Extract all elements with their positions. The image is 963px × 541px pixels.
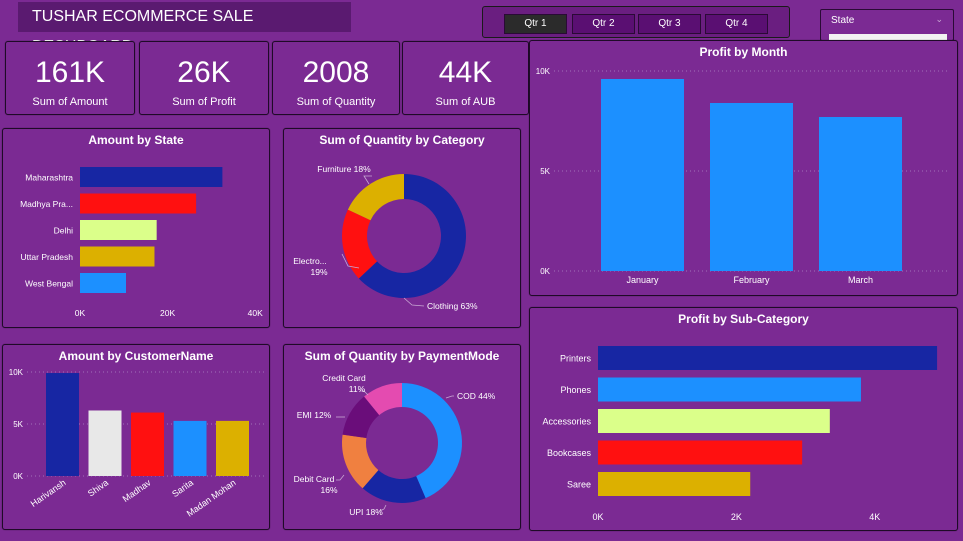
bar — [598, 346, 938, 370]
kpi-card-aub: 44K Sum of AUB — [402, 41, 529, 115]
kpi-value: 44K — [438, 56, 493, 89]
category-label: Sarita — [170, 477, 195, 499]
donut-slice — [347, 174, 404, 221]
category-label: Bookcases — [547, 448, 592, 458]
kpi-value: 161K — [34, 56, 106, 89]
amount-by-state-chart: Maharashtra Madhya Pra... Delhi Uttar Prade… — [20, 167, 263, 318]
bar — [80, 273, 126, 293]
category-label: Maharashtra — [25, 173, 73, 183]
profit-by-month-chart: 0K 5K 10K January February March — [536, 67, 950, 285]
bar — [216, 420, 249, 476]
state-slicer-label: State — [831, 15, 855, 26]
bar — [131, 412, 164, 476]
slice-label: Furniture 18% — [317, 164, 371, 174]
tick-label: 2K — [731, 512, 742, 522]
category-label: Harivansh — [29, 477, 68, 508]
category-label: Phones — [560, 385, 591, 395]
tick-label: 0K — [75, 308, 86, 318]
tick-label: 20K — [160, 308, 175, 318]
tick-label: 5K — [540, 167, 550, 176]
amount-by-state-card: Amount by State Maharashtra Madhya Pra...… — [2, 128, 270, 328]
kpi-label: Sum of Amount — [32, 96, 108, 108]
profit-by-subcategory-chart: Printers Phones Accessories Bookcases Saree 0… — [542, 346, 938, 522]
bar — [598, 409, 830, 433]
leader-line — [403, 297, 425, 307]
kpi-label: Sum of Quantity — [296, 96, 376, 108]
chevron-down-icon[interactable]: ⌄ — [935, 14, 943, 25]
category-label: Shiva — [86, 477, 110, 498]
slice-label: UPI 18% — [349, 507, 383, 517]
category-label: West Bengal — [25, 279, 73, 289]
dashboard-title: TUSHAR ECOMMERCE SALE DESHBOARD — [18, 2, 351, 55]
category-label: February — [733, 275, 770, 285]
tick-label: 10K — [536, 67, 551, 76]
qty-by-paymentmode-card: Sum of Quantity by PaymentMode COD 44% UP… — [283, 344, 521, 530]
amount-by-customer-card: Amount by CustomerName 0K 5K 10K Harivansh S… — [2, 344, 270, 530]
kpi-value: 26K — [177, 56, 231, 89]
slice-label: EMI 12% — [297, 410, 332, 420]
category-label: January — [626, 275, 659, 285]
bar — [80, 220, 157, 240]
qtr-3-button[interactable]: Qtr 3 — [638, 14, 701, 34]
bar — [46, 373, 79, 476]
leader-line — [363, 175, 372, 185]
bar — [598, 440, 803, 465]
kpi-card-amount: 161K Sum of Amount — [5, 41, 135, 115]
tick-label: 0K — [592, 512, 603, 522]
qty-by-paymentmode-chart: COD 44% UPI 18% Debit Card16% EMI 12% Credit… — [294, 373, 496, 517]
slice-label: Credit Card — [322, 373, 366, 383]
category-label: Madhya Pra... — [20, 199, 73, 209]
leader-line — [336, 474, 345, 481]
slice-label: 16% — [320, 485, 337, 495]
tick-label: 4K — [869, 512, 880, 522]
category-label: Uttar Pradesh — [21, 252, 74, 262]
bar — [80, 193, 197, 214]
bar — [601, 79, 684, 271]
kpi-value: 2008 — [302, 56, 370, 89]
qtr-2-button[interactable]: Qtr 2 — [572, 14, 635, 34]
leader-line — [445, 395, 454, 399]
slice-label: Electro... — [293, 256, 327, 266]
category-label: Madhav — [121, 477, 153, 504]
bar — [80, 246, 155, 267]
kpi-card-quantity: 2008 Sum of Quantity — [272, 41, 400, 115]
kpi-label: Sum of AUB — [435, 96, 496, 108]
bar — [80, 167, 223, 187]
state-slicer[interactable]: State ⌄ — [820, 9, 954, 41]
qtr-4-button[interactable]: Qtr 4 — [705, 14, 768, 34]
category-label: Printers — [560, 354, 592, 364]
profit-by-subcategory-card: Profit by Sub-Category Printers Phones Acc… — [529, 307, 958, 531]
kpi-card-profit: 26K Sum of Profit — [139, 41, 269, 115]
qty-by-category-card: Sum of Quantity by Category Clothing 63%… — [283, 128, 521, 328]
qtr-1-button[interactable]: Qtr 1 — [504, 14, 567, 34]
quarter-slicer: Qtr 1 Qtr 2 Qtr 3 Qtr 4 — [482, 6, 790, 38]
kpi-label: Sum of Profit — [172, 96, 236, 108]
bar — [88, 410, 122, 476]
category-label: Delhi — [54, 226, 73, 236]
bar — [710, 103, 793, 271]
category-label: Saree — [567, 480, 591, 490]
tick-label: 0K — [13, 472, 23, 481]
slice-label: Clothing 63% — [427, 301, 478, 311]
slice-label: COD 44% — [457, 391, 496, 401]
tick-label: 5K — [13, 420, 23, 429]
slice-label: 11% — [349, 384, 366, 394]
category-label: March — [848, 275, 873, 285]
slice-label: Debit Card — [294, 474, 335, 484]
bar — [819, 117, 902, 271]
bar — [598, 472, 751, 496]
bar — [598, 377, 861, 402]
profit-by-month-card: Profit by Month 0K 5K 10K January February Ma… — [529, 40, 958, 296]
tick-label: 10K — [9, 368, 24, 377]
amount-by-customer-chart: 0K5K10KHarivansh Shiva Madhav SaritaMadan M… — [9, 368, 267, 519]
tick-label: 40K — [248, 308, 263, 318]
tick-label: 0K — [540, 267, 550, 276]
slice-label: 19% — [310, 267, 327, 277]
category-label: Accessories — [542, 417, 591, 427]
bar — [173, 420, 207, 476]
qty-by-category-chart: Clothing 63% Electro...19% Furniture 18% — [293, 164, 478, 311]
